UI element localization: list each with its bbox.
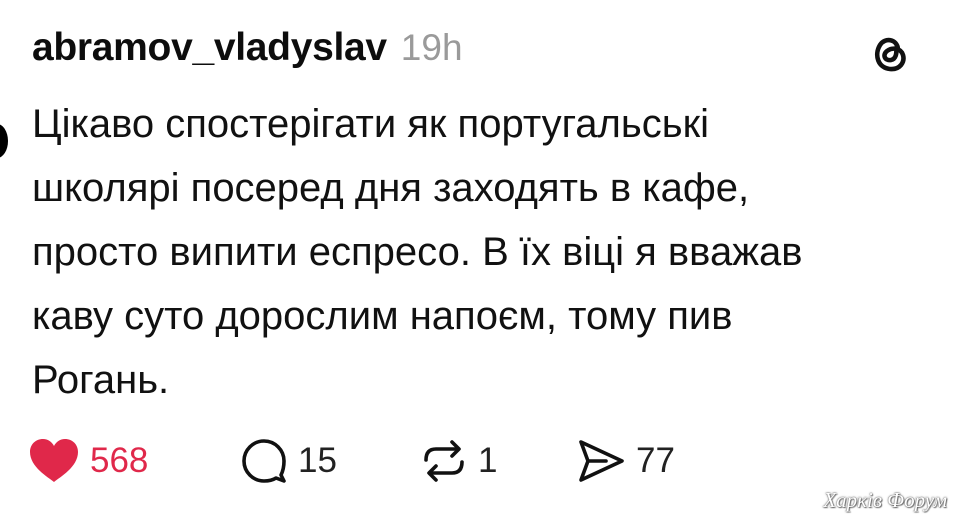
post-text-line: Рогань. bbox=[32, 358, 170, 402]
post-text-line: каву суто дорослим напоєм, тому пив bbox=[32, 294, 733, 338]
post-text: Цікаво спостерігати як португальські шко… bbox=[32, 92, 932, 412]
repost-icon bbox=[424, 440, 464, 482]
like-button[interactable]: 568 bbox=[28, 436, 148, 486]
like-count: 568 bbox=[90, 441, 149, 480]
post-text-line: школярі посеред дня заходять в кафе, bbox=[32, 166, 750, 210]
action-bar: 568 15 1 77 bbox=[28, 436, 728, 486]
timestamp: 19h bbox=[400, 27, 463, 68]
reply-count: 15 bbox=[298, 441, 337, 480]
comment-icon bbox=[242, 439, 286, 483]
post-header: abramov_vladyslav 19h bbox=[32, 26, 463, 70]
threads-logo-icon[interactable] bbox=[864, 27, 914, 77]
threads-post: abramov_vladyslav 19h Цікаво спостерігат… bbox=[0, 0, 961, 519]
post-text-line: просто випити еспресо. В їх віці я вважа… bbox=[32, 230, 803, 274]
reply-button[interactable]: 15 bbox=[240, 436, 337, 486]
send-icon bbox=[579, 440, 624, 482]
watermark: Харків Форум bbox=[823, 488, 947, 512]
heart-icon bbox=[30, 439, 78, 482]
share-count: 77 bbox=[636, 441, 675, 480]
repost-count: 1 bbox=[478, 441, 498, 480]
repost-button[interactable]: 1 bbox=[420, 436, 497, 486]
post-text-line: Цікаво спостерігати як португальські bbox=[32, 102, 709, 146]
share-button[interactable]: 77 bbox=[576, 436, 675, 486]
avatar[interactable] bbox=[0, 124, 8, 158]
username[interactable]: abramov_vladyslav bbox=[32, 26, 387, 70]
